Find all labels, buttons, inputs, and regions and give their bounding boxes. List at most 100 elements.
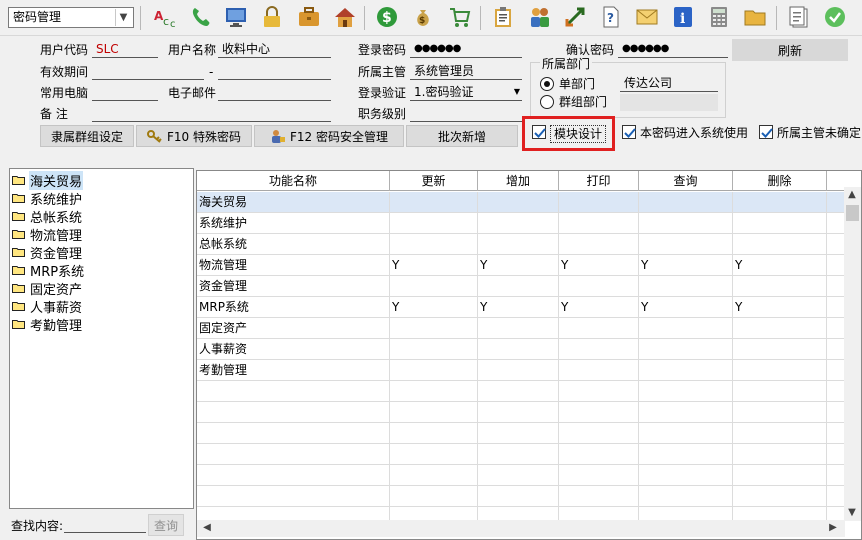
cell-delete[interactable] [733, 192, 827, 213]
cell-add[interactable] [478, 318, 559, 339]
cell-query[interactable] [639, 360, 733, 381]
table-row[interactable] [197, 465, 845, 486]
cell-name[interactable]: 系统维护 [197, 213, 390, 234]
cell-print[interactable] [559, 423, 639, 444]
supervisor-field[interactable]: 系统管理员 [410, 63, 522, 80]
cell-add[interactable] [478, 486, 559, 507]
group-dept-radio[interactable] [540, 95, 554, 109]
cell-name[interactable]: MRP系统 [197, 297, 390, 318]
column-header-name[interactable]: 功能名称 [197, 171, 390, 191]
cell-query[interactable] [639, 339, 733, 360]
phone-field[interactable] [92, 84, 158, 101]
cell-print[interactable] [559, 276, 639, 297]
cell-query[interactable] [639, 318, 733, 339]
cell-add[interactable] [478, 213, 559, 234]
cell-update[interactable] [390, 465, 478, 486]
cell-print[interactable] [559, 339, 639, 360]
cell-name[interactable] [197, 486, 390, 507]
tree-item[interactable]: 考勤管理 [12, 315, 83, 334]
text-abc-icon[interactable]: Acc [152, 4, 178, 30]
cell-update[interactable] [390, 486, 478, 507]
scroll-down-icon[interactable]: ▼ [844, 505, 860, 521]
cell-delete[interactable] [733, 360, 827, 381]
cart-icon[interactable] [447, 4, 473, 30]
cell-name[interactable]: 固定资产 [197, 318, 390, 339]
module-select[interactable]: 密码管理 ▼ [8, 7, 134, 28]
cell-add[interactable] [478, 423, 559, 444]
cell-query[interactable] [639, 423, 733, 444]
cell-name[interactable] [197, 423, 390, 444]
phone-icon[interactable] [188, 4, 214, 30]
cell-name[interactable] [197, 381, 390, 402]
cell-name[interactable]: 资金管理 [197, 276, 390, 297]
single-dept-radio[interactable] [540, 77, 554, 91]
tree-item[interactable]: MRP系统 [12, 261, 85, 280]
calculator-icon[interactable] [706, 4, 732, 30]
table-row[interactable] [197, 486, 845, 507]
cell-print[interactable] [559, 234, 639, 255]
batch-add-button[interactable]: 批次新增 [406, 125, 518, 147]
cell-update[interactable]: Y [390, 297, 478, 318]
cell-delete[interactable] [733, 465, 827, 486]
vertical-scrollbar[interactable]: ▲ ▼ [844, 187, 861, 521]
cell-add[interactable] [478, 276, 559, 297]
cell-name[interactable] [197, 402, 390, 423]
tree-item[interactable]: 海关贸易 [12, 170, 84, 190]
note-field[interactable] [92, 105, 331, 122]
cell-name[interactable]: 物流管理 [197, 255, 390, 276]
cell-query[interactable] [639, 276, 733, 297]
column-header-print[interactable]: 打印 [559, 171, 639, 191]
cell-delete[interactable] [733, 423, 827, 444]
cell-update[interactable] [390, 213, 478, 234]
cell-add[interactable] [478, 339, 559, 360]
table-row[interactable]: 考勤管理 [197, 360, 845, 381]
cell-print[interactable] [559, 318, 639, 339]
table-row[interactable]: 总帐系统 [197, 234, 845, 255]
cell-delete[interactable] [733, 402, 827, 423]
login-verify-select[interactable]: 1.密码验证 ▼ [410, 84, 522, 101]
cell-add[interactable] [478, 444, 559, 465]
f12-security-button[interactable]: F12 密码安全管理 [254, 125, 404, 147]
briefcase-icon[interactable] [296, 4, 322, 30]
table-row[interactable] [197, 423, 845, 444]
cell-update[interactable] [390, 234, 478, 255]
confirm-password-field[interactable]: ●●●●●● [618, 41, 728, 58]
cell-delete[interactable] [733, 318, 827, 339]
help-icon[interactable]: ? [598, 4, 624, 30]
cell-name[interactable]: 总帐系统 [197, 234, 390, 255]
monitor-icon[interactable] [223, 4, 249, 30]
cell-add[interactable] [478, 192, 559, 213]
cell-add[interactable] [478, 381, 559, 402]
cell-add[interactable] [478, 234, 559, 255]
document-icon[interactable] [786, 4, 812, 30]
cell-name[interactable]: 人事薪资 [197, 339, 390, 360]
cell-add[interactable]: Y [478, 255, 559, 276]
job-level-field[interactable] [410, 105, 522, 122]
clipboard-icon[interactable] [490, 4, 516, 30]
cell-update[interactable] [390, 276, 478, 297]
cell-print[interactable] [559, 360, 639, 381]
table-row[interactable]: 固定资产 [197, 318, 845, 339]
table-row[interactable] [197, 381, 845, 402]
cell-update[interactable] [390, 444, 478, 465]
people-icon[interactable] [527, 4, 553, 30]
home-icon[interactable] [332, 4, 358, 30]
cell-print[interactable] [559, 381, 639, 402]
money-bag-icon[interactable]: $ [410, 4, 436, 30]
cell-delete[interactable] [733, 486, 827, 507]
cell-delete[interactable]: Y [733, 297, 827, 318]
cell-print[interactable] [559, 444, 639, 465]
scroll-thumb[interactable] [846, 205, 859, 221]
cell-print[interactable] [559, 213, 639, 234]
single-dept-field[interactable]: 传达公司 [620, 75, 718, 92]
cell-delete[interactable] [733, 444, 827, 465]
tree-item[interactable]: 人事薪资 [12, 297, 83, 316]
mail-icon[interactable] [634, 4, 660, 30]
folder-icon[interactable] [742, 4, 768, 30]
cell-query[interactable]: Y [639, 255, 733, 276]
table-row[interactable]: 资金管理 [197, 276, 845, 297]
cell-print[interactable] [559, 402, 639, 423]
group-setting-button[interactable]: 隶属群组设定 [40, 125, 134, 147]
table-row[interactable] [197, 444, 845, 465]
tree-item[interactable]: 总帐系统 [12, 207, 83, 226]
